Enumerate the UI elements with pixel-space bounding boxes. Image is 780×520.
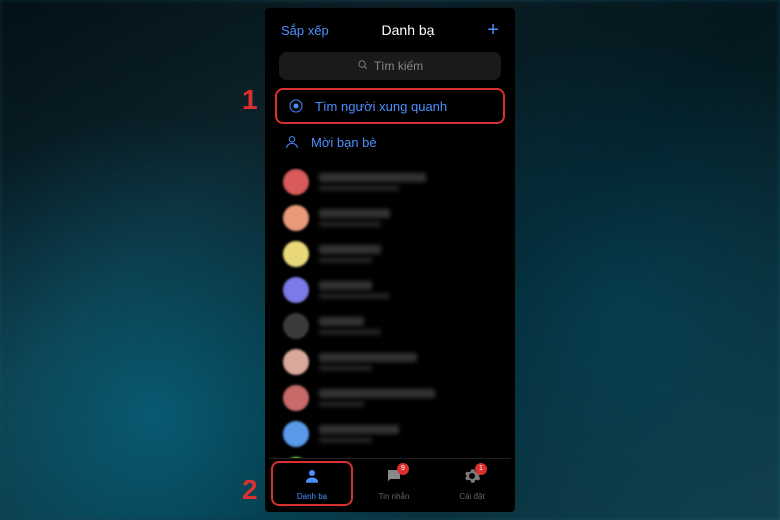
- gear-icon: 1: [463, 467, 481, 490]
- search-placeholder: Tìm kiếm: [374, 59, 423, 73]
- tab-contacts[interactable]: Danh bạ: [271, 461, 353, 506]
- avatar: [283, 241, 309, 267]
- list-item[interactable]: [269, 236, 511, 272]
- find-nearby-label: Tìm người xung quanh: [315, 99, 447, 114]
- find-nearby-button[interactable]: Tìm người xung quanh: [275, 88, 505, 124]
- list-item[interactable]: [269, 272, 511, 308]
- messages-badge: 9: [397, 463, 409, 475]
- avatar: [283, 205, 309, 231]
- list-item[interactable]: [269, 416, 511, 452]
- settings-badge: 1: [475, 463, 487, 475]
- callout-2: 2: [242, 474, 258, 506]
- avatar: [283, 313, 309, 339]
- page-title: Danh bạ: [382, 22, 435, 38]
- header: Sắp xếp Danh bạ +: [269, 12, 511, 48]
- tab-messages-label: Tin nhắn: [379, 492, 410, 501]
- tab-contacts-label: Danh bạ: [297, 492, 327, 501]
- list-item[interactable]: [269, 380, 511, 416]
- person-add-icon: [283, 134, 301, 150]
- list-item[interactable]: [269, 344, 511, 380]
- list-item[interactable]: [269, 200, 511, 236]
- contact-list[interactable]: [269, 160, 511, 458]
- tab-settings-label: Cài đặt: [459, 492, 484, 501]
- list-item[interactable]: [269, 164, 511, 200]
- tab-messages[interactable]: 9 Tin nhắn: [355, 459, 433, 508]
- avatar: [283, 169, 309, 195]
- search-input[interactable]: Tìm kiếm: [279, 52, 501, 80]
- avatar: [283, 385, 309, 411]
- location-icon: [287, 98, 305, 114]
- sort-button[interactable]: Sắp xếp: [281, 23, 329, 38]
- avatar: [283, 277, 309, 303]
- add-button[interactable]: +: [487, 19, 499, 42]
- callout-1: 1: [242, 84, 258, 116]
- messages-icon: 9: [385, 467, 403, 490]
- contacts-icon: [303, 467, 321, 490]
- avatar: [283, 421, 309, 447]
- avatar: [283, 349, 309, 375]
- invite-friends-label: Mời bạn bè: [311, 135, 377, 150]
- invite-friends-button[interactable]: Mời bạn bè: [269, 124, 511, 160]
- phone-frame: Sắp xếp Danh bạ + Tìm kiếm Tìm người xun…: [265, 8, 515, 512]
- tab-settings[interactable]: 1 Cài đặt: [433, 459, 511, 508]
- list-item[interactable]: [269, 308, 511, 344]
- bottom-nav: Danh bạ 9 Tin nhắn 1 Cài đặt: [269, 458, 511, 508]
- search-icon: [357, 59, 368, 73]
